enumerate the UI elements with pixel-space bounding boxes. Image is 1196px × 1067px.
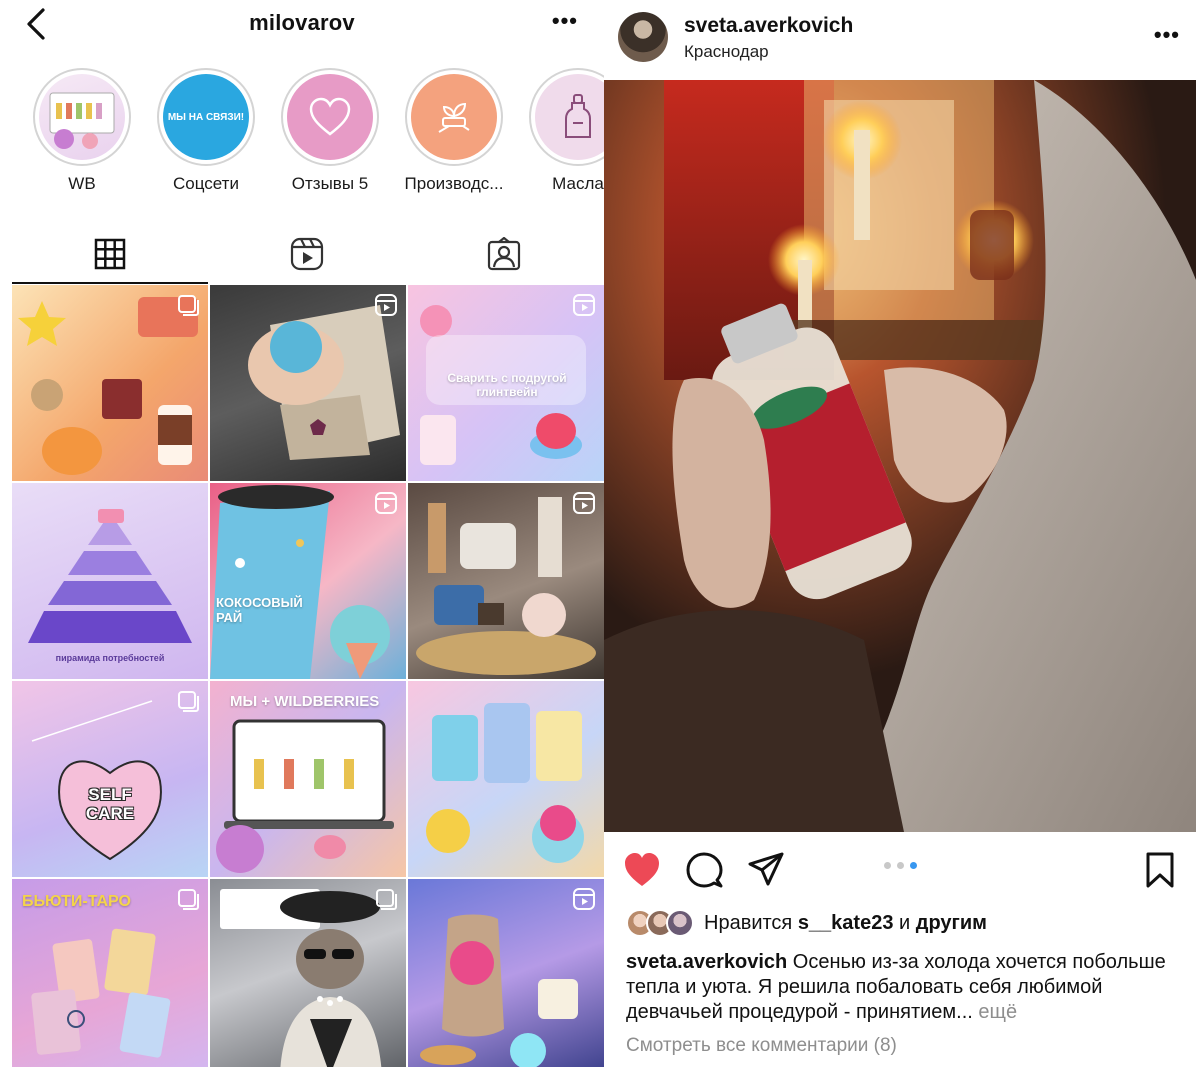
- grid-post-12[interactable]: [408, 879, 604, 1067]
- highlight-thumb-text: МЫ НА СВЯЗИ!: [167, 111, 245, 123]
- post-photo[interactable]: [604, 80, 1196, 832]
- post-username[interactable]: sveta.averkovich: [684, 14, 853, 38]
- carousel-badge-icon: [178, 889, 199, 910]
- like-heart-icon[interactable]: [622, 850, 662, 890]
- likes-mid: и: [893, 911, 916, 934]
- grid-post-5[interactable]: КОКОСОВЫЙ РАЙ: [210, 483, 406, 679]
- grid-post-4[interactable]: пирамида потребностей: [12, 483, 208, 679]
- liked-by-user[interactable]: s__kate23: [798, 912, 894, 934]
- profile-more-button[interactable]: •••: [552, 8, 578, 34]
- highlight-label: Производс...: [404, 174, 504, 193]
- grid-post-10[interactable]: БЬЮТИ-ТАРО: [12, 879, 208, 1067]
- post-screen: sveta.averkovich Краснодар ••• Нравится …: [604, 0, 1196, 1067]
- profile-username: milovarov: [249, 10, 355, 35]
- laptop-products-thumb: [39, 74, 125, 160]
- reel-badge-icon: [573, 294, 595, 316]
- grid-post-9[interactable]: [408, 681, 604, 877]
- tab-reels[interactable]: [209, 224, 405, 284]
- grid-icon: [94, 238, 126, 270]
- carousel-badge-icon: [178, 295, 199, 316]
- grid-post-6[interactable]: [408, 483, 604, 679]
- carousel-indicator: [884, 862, 917, 869]
- grid-post-caption: пирамида потребностей: [55, 653, 165, 663]
- post-actions: [604, 840, 1196, 900]
- highlight-oils[interactable]: Масла: [528, 68, 604, 194]
- story-highlights: WB МЫ НА СВЯЗИ! Соцсети Отзывы 5 Произво…: [0, 68, 604, 198]
- grid-post-11[interactable]: [210, 879, 406, 1067]
- caption-more-link[interactable]: ещё: [973, 1001, 1017, 1023]
- grid-post-caption: БЬЮТИ-ТАРО: [22, 893, 131, 910]
- profile-header: milovarov •••: [0, 0, 604, 52]
- grid-post-caption: Сварить с подругой глинтвейн: [447, 371, 567, 399]
- carousel-dot: [884, 862, 891, 869]
- reel-badge-icon: [375, 492, 397, 514]
- reel-badge-icon: [375, 294, 397, 316]
- highlight-production[interactable]: Производс...: [404, 68, 504, 194]
- likes-prefix: Нравится: [704, 911, 798, 934]
- carousel-badge-icon: [178, 691, 199, 712]
- post-location[interactable]: Краснодар: [684, 42, 769, 62]
- tab-tagged[interactable]: [406, 224, 602, 284]
- tagged-person-icon: [487, 237, 521, 271]
- highlight-label: WB: [68, 174, 96, 193]
- carousel-dot: [897, 862, 904, 869]
- highlight-label: Масла: [552, 174, 604, 193]
- grid-post-7[interactable]: SELF CARE: [12, 681, 208, 877]
- reel-badge-icon: [573, 492, 595, 514]
- profile-tabs: [12, 224, 602, 284]
- highlight-label: Соцсети: [173, 174, 239, 193]
- post-more-button[interactable]: •••: [1154, 22, 1180, 48]
- bookmark-icon[interactable]: [1140, 850, 1180, 890]
- reels-icon: [290, 237, 324, 271]
- active-tab-indicator: [12, 282, 208, 284]
- caption-username[interactable]: sveta.averkovich: [626, 951, 787, 973]
- avatar: [666, 909, 694, 937]
- tab-grid[interactable]: [12, 224, 208, 284]
- reel-badge-icon: [573, 888, 595, 910]
- highlight-label: Отзывы 5: [291, 174, 369, 193]
- liked-by-others[interactable]: другим: [916, 912, 987, 934]
- post-header: sveta.averkovich Краснодар •••: [604, 0, 1196, 78]
- view-all-comments-link[interactable]: Смотреть все комментарии (8): [626, 1035, 897, 1057]
- avatar[interactable]: [618, 12, 668, 62]
- likes-row[interactable]: Нравится s__kate23 и другим: [626, 908, 987, 938]
- comment-icon[interactable]: [684, 850, 724, 890]
- posts-grid: Сварить с подругой глинтвейн пирамида по…: [12, 285, 604, 1067]
- profile-screen: milovarov ••• WB МЫ НА СВЯЗИ! Соцсети От…: [0, 0, 604, 1067]
- likes-text: Нравится s__kate23 и другим: [704, 912, 987, 935]
- highlight-reviews[interactable]: Отзывы 5: [280, 68, 380, 194]
- grid-post-8[interactable]: МЫ + WILDBERRIES: [210, 681, 406, 877]
- grid-post-caption: КОКОСОВЫЙ РАЙ: [216, 595, 303, 625]
- grid-post-caption: SELF CARE: [85, 785, 135, 823]
- grid-post-3[interactable]: Сварить с подругой глинтвейн: [408, 285, 604, 481]
- liked-by-avatars: [626, 909, 694, 937]
- post-caption: sveta.averkovich Осенью из-за холода хоч…: [626, 950, 1182, 1025]
- highlight-wb[interactable]: WB: [32, 68, 132, 194]
- grid-post-1[interactable]: [12, 285, 208, 481]
- share-send-icon[interactable]: [746, 850, 786, 890]
- we-are-online-thumb: МЫ НА СВЯЗИ!: [163, 74, 249, 160]
- highlight-socials[interactable]: МЫ НА СВЯЗИ! Соцсети: [156, 68, 256, 194]
- hand-plant-icon: [411, 74, 497, 160]
- heart-icon: [287, 74, 373, 160]
- carousel-dot-active: [910, 862, 917, 869]
- grid-post-2[interactable]: [210, 285, 406, 481]
- oil-bottle-icon: [535, 74, 604, 160]
- carousel-badge-icon: [376, 889, 397, 910]
- grid-post-caption: МЫ + WILDBERRIES: [230, 693, 380, 710]
